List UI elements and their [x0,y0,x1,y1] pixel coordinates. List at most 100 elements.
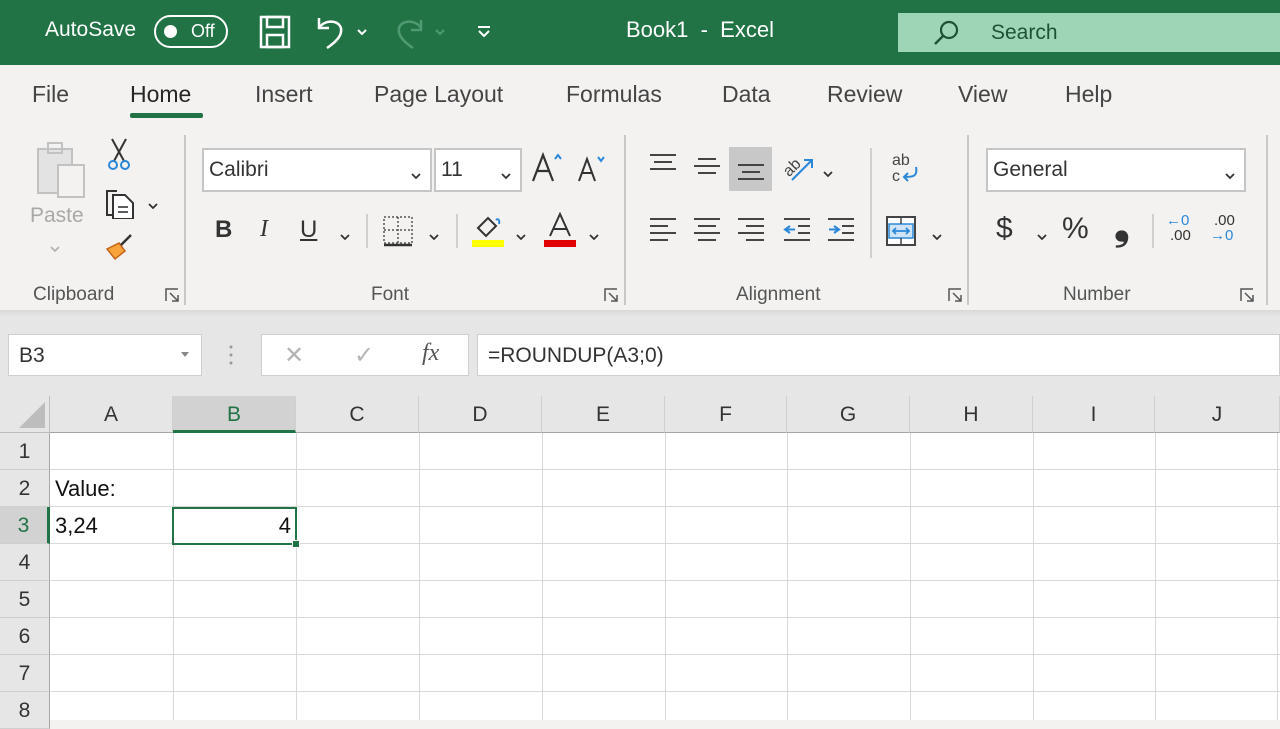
font-size-value: 11 [441,158,463,181]
row-header-5[interactable]: 5 [0,581,50,618]
tab-data[interactable]: Data [722,81,771,108]
undo-icon[interactable] [314,14,348,50]
chevron-down-icon[interactable] [500,162,512,186]
borders-dropdown-icon[interactable] [428,228,440,246]
decrease-decimal-button[interactable]: .00 →0 [1210,213,1246,249]
customize-qat-icon[interactable] [474,14,494,50]
tab-home[interactable]: Home [130,81,191,108]
underline-dropdown-icon[interactable] [339,228,351,246]
decrease-indent-icon[interactable] [782,215,812,245]
row-header-7[interactable]: 7 [0,655,50,692]
column-header-g[interactable]: G [787,396,910,433]
autosave-toggle[interactable]: Off [154,15,228,48]
tab-insert[interactable]: Insert [255,81,313,108]
gridline [787,433,788,720]
font-size-combo[interactable]: 11 [434,148,522,192]
wrap-text-icon[interactable]: ab c [884,148,924,188]
undo-dropdown-icon[interactable] [354,14,370,50]
row-header-8[interactable]: 8 [0,692,50,729]
clipboard-dialog-launcher-icon[interactable] [164,287,180,303]
column-header-b[interactable]: B [173,396,296,433]
percent-style-button[interactable]: % [1062,212,1089,246]
font-name-combo[interactable]: Calibri [202,148,432,192]
cell-a2[interactable]: Value: [55,476,116,502]
currency-dropdown-icon[interactable] [1036,228,1048,246]
increase-font-size-icon[interactable] [530,150,564,186]
copy-dropdown-icon[interactable] [147,197,159,215]
orientation-icon[interactable]: ab [780,150,816,186]
underline-button[interactable]: U [300,216,317,244]
tab-review[interactable]: Review [827,81,902,108]
column-header-f[interactable]: F [665,396,787,433]
paste-dropdown-icon[interactable] [49,240,61,258]
format-painter-icon[interactable] [103,230,135,262]
row-header-6[interactable]: 6 [0,618,50,655]
ribbon-shadow [0,310,1280,318]
search-box[interactable]: Search [898,13,1280,52]
column-header-e[interactable]: E [542,396,665,433]
chevron-down-icon[interactable] [1224,162,1236,186]
paste-icon[interactable] [30,138,90,202]
worksheet-grid[interactable] [0,396,1280,720]
paste-label[interactable]: Paste [30,204,84,228]
currency-format-button[interactable]: $ [996,212,1013,246]
orientation-dropdown-icon[interactable] [822,165,834,183]
column-header-j[interactable]: J [1155,396,1280,433]
font-group-label: Font [371,284,410,305]
middle-align-icon[interactable] [692,154,722,180]
column-header-c[interactable]: C [296,396,419,433]
row-header-3[interactable]: 3 [0,507,50,544]
bold-button[interactable]: B [215,216,232,244]
formula-bar-resize-handle[interactable] [229,344,233,366]
align-center-icon[interactable] [692,215,722,245]
tab-formulas[interactable]: Formulas [566,81,662,108]
tab-file[interactable]: File [32,81,69,108]
merge-dropdown-icon[interactable] [931,228,943,246]
number-dialog-launcher-icon[interactable] [1239,287,1255,303]
name-box[interactable]: B3 [8,334,202,376]
column-header-i[interactable]: I [1033,396,1155,433]
italic-button[interactable]: I [260,216,268,243]
tab-help[interactable]: Help [1065,81,1112,108]
enter-icon[interactable]: ✓ [354,341,374,370]
column-header-h[interactable]: H [910,396,1033,433]
formula-input[interactable]: =ROUNDUP(A3;0) [477,334,1280,376]
row-header-2[interactable]: 2 [0,470,50,507]
top-align-icon[interactable] [648,150,678,176]
toggle-knob [164,25,177,38]
fill-handle[interactable] [292,540,300,548]
save-icon[interactable] [258,14,292,50]
bottom-align-icon[interactable] [729,147,772,191]
align-left-icon[interactable] [648,215,678,245]
decrease-font-size-icon[interactable] [576,152,608,186]
cancel-icon[interactable]: ✕ [284,341,304,370]
alignment-dialog-launcher-icon[interactable] [947,287,963,303]
cut-icon[interactable] [105,136,133,172]
font-dialog-launcher-icon[interactable] [603,287,619,303]
column-header-a[interactable]: A [50,396,173,433]
align-right-icon[interactable] [736,215,766,245]
chevron-down-icon[interactable] [410,162,422,186]
merge-center-icon[interactable] [884,214,918,248]
borders-icon[interactable] [382,214,414,248]
column-header-d[interactable]: D [419,396,542,433]
fill-color-dropdown-icon[interactable] [515,228,527,246]
increase-indent-icon[interactable] [826,215,856,245]
font-color-dropdown-icon[interactable] [588,228,600,246]
select-all-button[interactable] [0,396,50,433]
increase-decimal-button[interactable]: ←0 .00 [1166,213,1202,249]
insert-function-icon[interactable]: fx [422,340,439,367]
decrease-decimal-top: .00 [1214,212,1235,229]
tab-view[interactable]: View [958,81,1007,108]
selected-cell-border [172,507,297,545]
cell-a3[interactable]: 3,24 [55,513,98,539]
row-header-4[interactable]: 4 [0,544,50,581]
name-box-dropdown-icon[interactable] [181,352,189,357]
comma-style-button[interactable]: ❟ [1114,204,1130,249]
number-format-combo[interactable]: General [986,148,1246,192]
fill-color-icon[interactable] [472,212,504,248]
tab-page-layout[interactable]: Page Layout [374,81,503,108]
row-header-1[interactable]: 1 [0,433,50,470]
font-color-icon[interactable] [543,212,577,248]
copy-icon[interactable] [102,184,136,220]
